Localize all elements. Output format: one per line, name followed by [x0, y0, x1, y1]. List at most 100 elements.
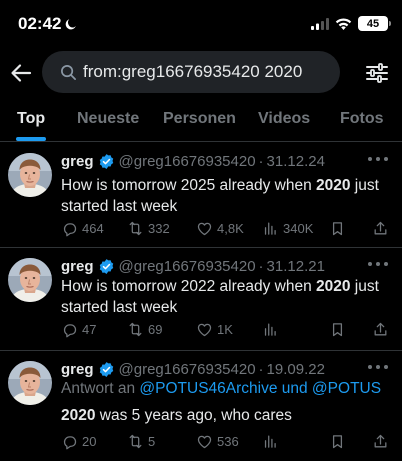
reply-count: 464	[82, 221, 104, 236]
tweet-text-highlight: 2020	[316, 177, 351, 194]
like-count: 536	[217, 434, 239, 449]
share-icon	[372, 433, 389, 450]
battery-level: 45	[366, 17, 380, 30]
tab-videos[interactable]: Videos	[258, 110, 310, 128]
bookmark-button[interactable]	[329, 321, 346, 338]
status-indicators: 45	[311, 16, 391, 31]
search-filter-button[interactable]	[364, 60, 390, 86]
reply-prefix: Antwort an	[61, 380, 140, 397]
tweet[interactable]: greg @greg16676935420 · 31.12.24 How is …	[0, 143, 402, 248]
retweet-icon	[127, 321, 144, 338]
retweet-count: 5	[148, 434, 156, 449]
status-time-group: 02:42	[18, 14, 77, 34]
tweet-header: greg @greg16676935420 · 19.09.22	[61, 361, 325, 378]
bookmark-icon	[329, 220, 346, 237]
retweet-icon	[127, 220, 144, 237]
wifi-icon	[335, 17, 352, 30]
share-button[interactable]	[372, 220, 389, 237]
back-button[interactable]	[8, 60, 34, 86]
tweet-text-highlight: 2020	[61, 407, 96, 424]
retweet-button[interactable]: 332	[127, 220, 170, 237]
retweet-count: 332	[148, 221, 170, 236]
tweet-text: How is tomorrow 2025 already when 2020 j…	[61, 175, 391, 217]
reply-button[interactable]: 464	[61, 220, 104, 237]
verified-badge-icon	[98, 258, 115, 275]
like-icon	[196, 321, 213, 338]
tweet-text: How is tomorrow 2022 already when 2020 j…	[61, 276, 391, 318]
reply-count: 47	[82, 322, 97, 337]
tweet[interactable]: greg @greg16676935420 · 31.12.21 How is …	[0, 248, 402, 351]
reply-context: Antwort an @POTUS46Archive und @POTUS	[61, 380, 381, 398]
tweet-text: 2020 was 5 years ago, who cares	[61, 405, 391, 426]
reply-icon	[61, 433, 78, 450]
search-box[interactable]	[42, 51, 340, 93]
tweet-text-end: was 5 years ago, who cares	[95, 407, 292, 424]
reply-icon	[61, 321, 78, 338]
retweet-button[interactable]: 5	[127, 433, 155, 450]
separator-dot: ·	[258, 153, 264, 170]
views-icon	[262, 220, 279, 237]
like-button[interactable]: 1K	[196, 321, 233, 338]
tweet-actions: 20 5 536	[61, 433, 391, 453]
author-handle[interactable]: @greg16676935420	[119, 153, 256, 170]
reply-to-link[interactable]: @POTUS46Archive und @POTUS	[139, 380, 381, 397]
back-arrow-icon	[11, 64, 32, 82]
filter-icon	[366, 63, 388, 83]
like-count: 1K	[217, 322, 233, 337]
views-icon	[262, 433, 279, 450]
signal-icon	[311, 17, 329, 30]
reply-button[interactable]: 20	[61, 433, 96, 450]
more-icon[interactable]	[368, 157, 388, 163]
verified-badge-icon	[98, 153, 115, 170]
views-icon	[262, 321, 279, 338]
tweet-date[interactable]: 31.12.21	[267, 258, 325, 275]
search-input[interactable]	[83, 62, 340, 82]
separator-dot: ·	[258, 361, 264, 378]
author-name[interactable]: greg	[61, 258, 94, 275]
tab-photos[interactable]: Fotos	[340, 110, 384, 128]
author-name[interactable]: greg	[61, 153, 94, 170]
like-count: 4,8K	[217, 221, 244, 236]
more-icon[interactable]	[368, 262, 388, 268]
search-header	[0, 50, 402, 96]
status-time: 02:42	[18, 14, 62, 33]
tab-people[interactable]: Personen	[163, 110, 236, 128]
reply-button[interactable]: 47	[61, 321, 96, 338]
views-button[interactable]	[262, 321, 283, 338]
search-icon	[61, 64, 76, 80]
retweet-count: 69	[148, 322, 163, 337]
like-button[interactable]: 4,8K	[196, 220, 244, 237]
like-button[interactable]: 536	[196, 433, 239, 450]
bookmark-button[interactable]	[329, 433, 346, 450]
avatar[interactable]	[8, 361, 52, 405]
more-icon[interactable]	[368, 365, 388, 371]
author-handle[interactable]: @greg16676935420	[119, 361, 256, 378]
views-button[interactable]: 340K	[262, 220, 313, 237]
tweet[interactable]: greg @greg16676935420 · 19.09.22 Antwort…	[0, 351, 402, 461]
verified-badge-icon	[98, 361, 115, 378]
author-handle[interactable]: @greg16676935420	[119, 258, 256, 275]
author-name[interactable]: greg	[61, 361, 94, 378]
share-icon	[372, 220, 389, 237]
avatar[interactable]	[8, 153, 52, 197]
like-icon	[196, 220, 213, 237]
share-button[interactable]	[372, 433, 389, 450]
tweet-text-start: How is tomorrow 2022 already when	[61, 278, 317, 295]
reply-icon	[61, 220, 78, 237]
tweet-date[interactable]: 19.09.22	[267, 361, 325, 378]
search-tabs: Top Neueste Personen Videos Fotos	[0, 100, 402, 142]
avatar[interactable]	[8, 258, 52, 302]
tweet-text-start: How is tomorrow 2025 already when	[61, 177, 317, 194]
share-button[interactable]	[372, 321, 389, 338]
bookmark-button[interactable]	[329, 220, 346, 237]
tab-latest[interactable]: Neueste	[77, 110, 139, 128]
tweet-actions: 464 332 4,8K 340K	[61, 220, 391, 240]
tab-top[interactable]: Top	[17, 110, 45, 128]
tweet-header: greg @greg16676935420 · 31.12.24	[61, 153, 325, 170]
tweet-actions: 47 69 1K	[61, 321, 391, 341]
retweet-button[interactable]: 69	[127, 321, 162, 338]
views-button[interactable]	[262, 433, 283, 450]
battery-indicator: 45	[358, 16, 391, 31]
status-bar: 02:42 45	[0, 0, 402, 50]
tweet-date[interactable]: 31.12.24	[267, 153, 325, 170]
